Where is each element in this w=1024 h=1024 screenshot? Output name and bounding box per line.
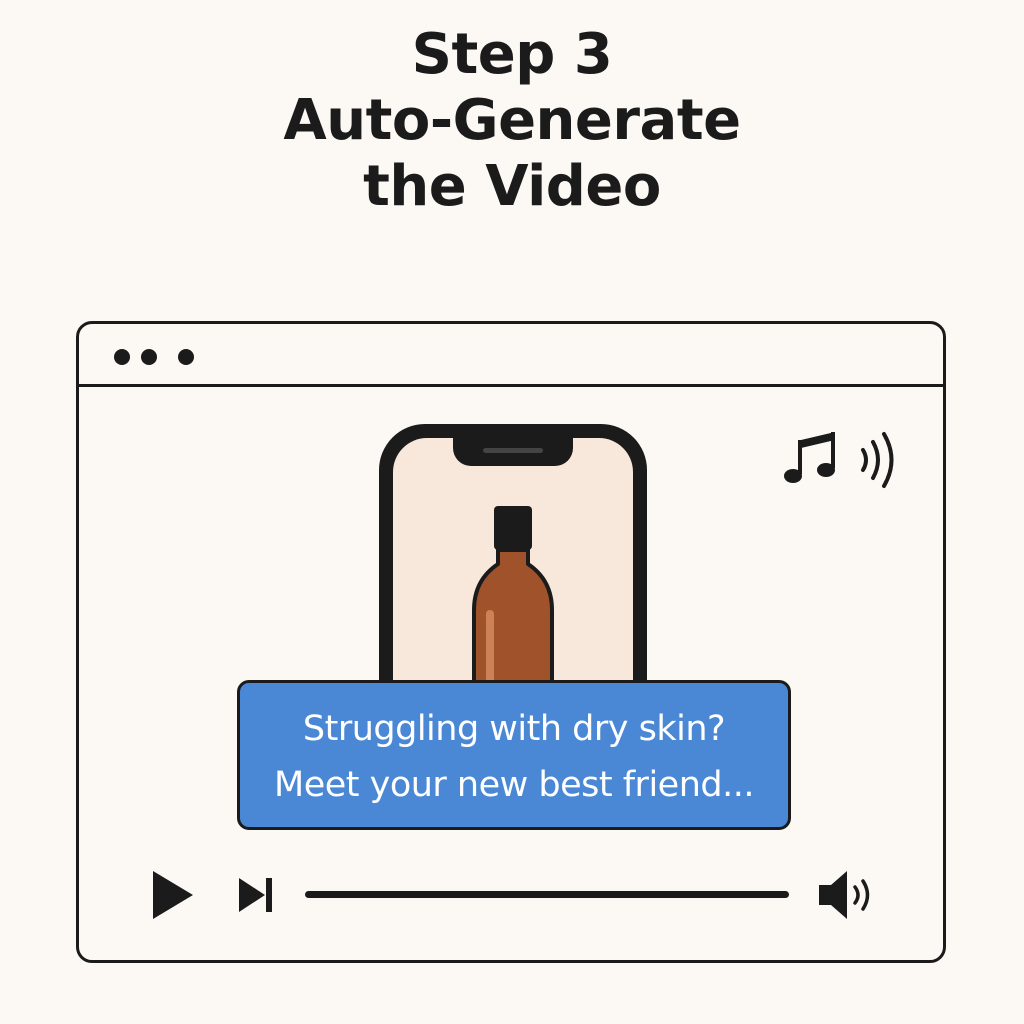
- window-dot-icon: [141, 349, 157, 365]
- video-caption: Struggling with dry skin? Meet your new …: [237, 680, 791, 830]
- heading-line-3: the Video: [363, 154, 661, 219]
- phone-screen: [393, 438, 633, 704]
- product-bottle-icon: [472, 506, 554, 704]
- volume-icon[interactable]: [817, 869, 875, 921]
- progress-bar[interactable]: [305, 891, 789, 898]
- phone-notch: [453, 438, 573, 466]
- window-dot-icon: [178, 349, 194, 365]
- caption-line-1: Struggling with dry skin?: [302, 709, 726, 749]
- phone-preview: [379, 424, 647, 704]
- window-dot-icon: [114, 349, 130, 365]
- music-note-icon: [784, 432, 835, 483]
- caption-line-2: Meet your new best friend...: [274, 765, 754, 805]
- play-icon[interactable]: [151, 869, 195, 921]
- heading-line-1: Step 3: [411, 22, 613, 87]
- heading-line-2: Auto-Generate: [283, 88, 741, 153]
- sound-waves-icon: [861, 432, 894, 488]
- page-heading: Step 3 Auto-Generate the Video: [0, 22, 1024, 220]
- skip-next-icon[interactable]: [237, 876, 275, 914]
- video-player-window: Struggling with dry skin? Meet your new …: [76, 321, 946, 963]
- window-titlebar: [79, 324, 943, 387]
